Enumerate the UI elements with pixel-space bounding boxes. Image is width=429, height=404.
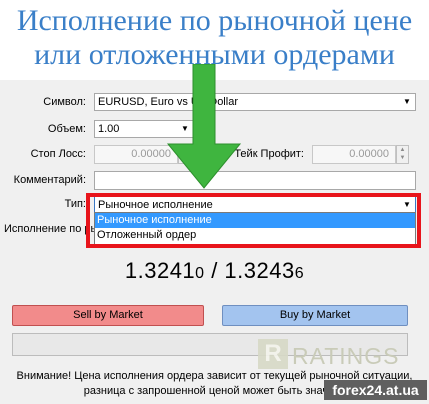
comment-label: Комментарий: xyxy=(13,174,86,186)
quote-separator: / xyxy=(204,258,225,283)
take-profit-stepper[interactable]: ▲ ▼ xyxy=(396,145,409,164)
stepper-down-icon[interactable]: ▼ xyxy=(397,154,408,162)
stop-loss-label: Стоп Лосс: xyxy=(30,148,86,160)
arrow-down-icon xyxy=(166,64,242,189)
bid-price: 1.3241 xyxy=(124,258,196,283)
chevron-down-icon: ▼ xyxy=(403,97,411,106)
quote-display: 1.32410 / 1.32436 xyxy=(0,258,429,284)
stepper-up-icon[interactable]: ▲ xyxy=(397,146,408,154)
take-profit-field[interactable]: 0.00000 xyxy=(312,145,396,164)
symbol-select[interactable]: EURUSD, Euro vs US Dollar ▼ xyxy=(94,93,416,111)
ratings-logo: R xyxy=(258,339,288,369)
sell-by-market-button[interactable]: Sell by Market xyxy=(12,305,204,326)
volume-label: Объем: xyxy=(47,123,86,135)
banner-title-line-1: Исполнение по рыночной цене xyxy=(16,4,413,37)
ratings-watermark: RATINGS xyxy=(292,343,400,369)
bid-pip: 0 xyxy=(195,265,205,282)
execution-label: Исполнение по ры xyxy=(4,223,99,235)
volume-value: 1.00 xyxy=(98,123,120,135)
ask-price: 1.3243 xyxy=(224,258,295,283)
symbol-label: Символ: xyxy=(43,96,86,108)
site-watermark: forex24.at.ua xyxy=(324,380,427,400)
comment-input[interactable] xyxy=(94,171,416,190)
buy-by-market-button[interactable]: Buy by Market xyxy=(222,305,408,326)
type-label: Тип: xyxy=(64,198,86,210)
highlight-frame xyxy=(86,193,421,248)
ask-pip: 6 xyxy=(294,265,305,282)
